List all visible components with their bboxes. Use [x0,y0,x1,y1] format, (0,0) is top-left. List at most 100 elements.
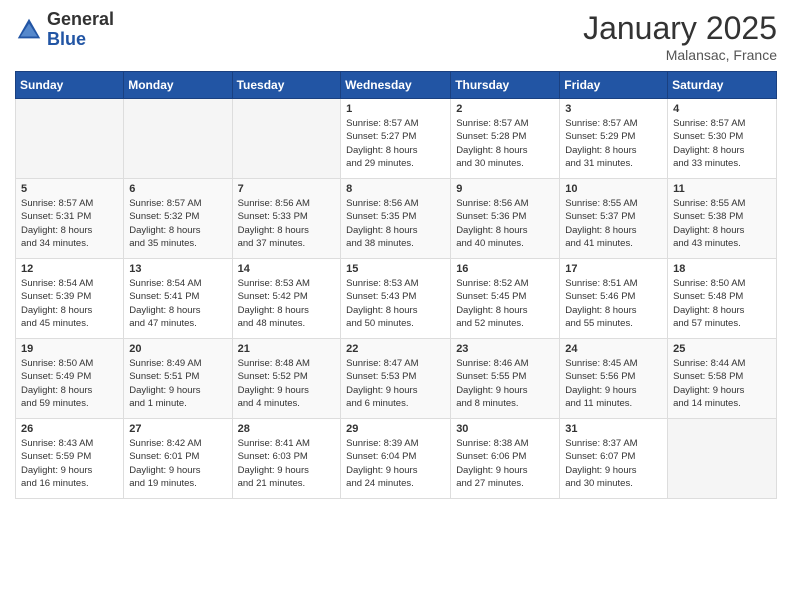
day-number: 13 [129,263,226,275]
calendar-cell: 10Sunrise: 8:55 AM Sunset: 5:37 PM Dayli… [560,179,668,259]
day-number: 31 [565,423,662,435]
day-number: 30 [456,423,554,435]
logo: General Blue [15,10,114,50]
calendar-cell [232,99,341,179]
calendar-cell: 15 Sunrise: 8:53 AM Sunset: 5:43 PM Dayli… [341,259,451,339]
day-info: Sunrise: 8:57 AM Sunset: 5:27 PM Dayligh… [346,117,445,170]
calendar-cell: 25 Sunrise: 8:44 AM Sunset: 5:58 PM Dayli… [668,339,777,419]
calendar-day-header: Wednesday [341,72,451,99]
day-number: 12 [21,263,118,275]
day-number: 6 [129,183,226,195]
day-number: 8 [346,183,445,195]
day-info: Sunrise: 8:57 AM Sunset: 5:32 PM Dayligh… [129,197,226,250]
calendar-cell: 19 Sunrise: 8:50 AM Sunset: 5:49 PM Dayli… [16,339,124,419]
calendar-cell: 6 Sunrise: 8:57 AM Sunset: 5:32 PM Daylig… [124,179,232,259]
calendar-week-row: 12 Sunrise: 8:54 AM Sunset: 5:39 PM Dayli… [16,259,777,339]
day-number: 11 [673,183,771,195]
calendar-header-row: SundayMondayTuesdayWednesdayThursdayFrid… [16,72,777,99]
day-info: Sunrise: 8:53 AM Sunset: 5:43 PM Dayligh… [346,277,445,330]
day-info: Sunrise: 8:46 AM Sunset: 5:55 PM Dayligh… [456,357,554,410]
day-number: 1 [346,103,445,115]
calendar-cell: 21 Sunrise: 8:48 AM Sunset: 5:52 PM Dayli… [232,339,341,419]
calendar-cell: 1 Sunrise: 8:57 AM Sunset: 5:27 PM Daylig… [341,99,451,179]
calendar-cell [124,99,232,179]
calendar-cell: 22 Sunrise: 8:47 AM Sunset: 5:53 PM Dayli… [341,339,451,419]
calendar-week-row: 1 Sunrise: 8:57 AM Sunset: 5:27 PM Daylig… [16,99,777,179]
day-number: 29 [346,423,445,435]
calendar-cell: 17Sunrise: 8:51 AM Sunset: 5:46 PM Dayli… [560,259,668,339]
day-number: 18 [673,263,771,275]
calendar-cell: 9 Sunrise: 8:56 AM Sunset: 5:36 PM Daylig… [451,179,560,259]
day-info: Sunrise: 8:56 AM Sunset: 5:35 PM Dayligh… [346,197,445,250]
calendar-cell: 16Sunrise: 8:52 AM Sunset: 5:45 PM Dayli… [451,259,560,339]
day-number: 25 [673,343,771,355]
day-number: 17 [565,263,662,275]
day-info: Sunrise: 8:57 AM Sunset: 5:31 PM Dayligh… [21,197,118,250]
day-number: 21 [238,343,336,355]
calendar-table: SundayMondayTuesdayWednesdayThursdayFrid… [15,71,777,499]
day-info: Sunrise: 8:45 AM Sunset: 5:56 PM Dayligh… [565,357,662,410]
calendar-cell [16,99,124,179]
calendar-cell: 24 Sunrise: 8:45 AM Sunset: 5:56 PM Dayli… [560,339,668,419]
calendar-cell: 20Sunrise: 8:49 AM Sunset: 5:51 PM Dayli… [124,339,232,419]
day-info: Sunrise: 8:55 AM Sunset: 5:38 PM Dayligh… [673,197,771,250]
calendar-cell: 14Sunrise: 8:53 AM Sunset: 5:42 PM Dayli… [232,259,341,339]
logo-general-text: General [47,10,114,30]
day-info: Sunrise: 8:50 AM Sunset: 5:49 PM Dayligh… [21,357,118,410]
day-number: 22 [346,343,445,355]
calendar-cell: 2 Sunrise: 8:57 AM Sunset: 5:28 PM Daylig… [451,99,560,179]
day-info: Sunrise: 8:41 AM Sunset: 6:03 PM Dayligh… [238,437,336,490]
day-info: Sunrise: 8:57 AM Sunset: 5:28 PM Dayligh… [456,117,554,170]
day-number: 26 [21,423,118,435]
calendar-cell: 11 Sunrise: 8:55 AM Sunset: 5:38 PM Dayli… [668,179,777,259]
day-number: 23 [456,343,554,355]
day-number: 20 [129,343,226,355]
day-number: 19 [21,343,118,355]
logo-blue-text: Blue [47,30,114,50]
calendar-cell: 12 Sunrise: 8:54 AM Sunset: 5:39 PM Dayli… [16,259,124,339]
calendar-week-row: 19 Sunrise: 8:50 AM Sunset: 5:49 PM Dayli… [16,339,777,419]
calendar-cell: 27Sunrise: 8:42 AM Sunset: 6:01 PM Dayli… [124,419,232,499]
calendar-cell: 8 Sunrise: 8:56 AM Sunset: 5:35 PM Daylig… [341,179,451,259]
day-number: 7 [238,183,336,195]
day-number: 10 [565,183,662,195]
day-info: Sunrise: 8:43 AM Sunset: 5:59 PM Dayligh… [21,437,118,490]
calendar-day-header: Saturday [668,72,777,99]
title-block: January 2025 Malansac, France [583,10,777,63]
day-number: 14 [238,263,336,275]
day-info: Sunrise: 8:50 AM Sunset: 5:48 PM Dayligh… [673,277,771,330]
day-info: Sunrise: 8:48 AM Sunset: 5:52 PM Dayligh… [238,357,336,410]
page-header: General Blue January 2025 Malansac, Fran… [15,10,777,63]
day-number: 9 [456,183,554,195]
logo-text: General Blue [47,10,114,50]
day-info: Sunrise: 8:54 AM Sunset: 5:39 PM Dayligh… [21,277,118,330]
calendar-cell [668,419,777,499]
calendar-day-header: Sunday [16,72,124,99]
calendar-week-row: 5 Sunrise: 8:57 AM Sunset: 5:31 PM Daylig… [16,179,777,259]
calendar-week-row: 26 Sunrise: 8:43 AM Sunset: 5:59 PM Dayli… [16,419,777,499]
calendar-cell: 13 Sunrise: 8:54 AM Sunset: 5:41 PM Dayli… [124,259,232,339]
day-number: 5 [21,183,118,195]
calendar-cell: 23 Sunrise: 8:46 AM Sunset: 5:55 PM Dayli… [451,339,560,419]
calendar-day-header: Monday [124,72,232,99]
month-title: January 2025 [583,10,777,47]
day-number: 15 [346,263,445,275]
day-info: Sunrise: 8:56 AM Sunset: 5:36 PM Dayligh… [456,197,554,250]
day-number: 2 [456,103,554,115]
calendar-cell: 30Sunrise: 8:38 AM Sunset: 6:06 PM Dayli… [451,419,560,499]
day-number: 3 [565,103,662,115]
day-number: 28 [238,423,336,435]
calendar-cell: 29Sunrise: 8:39 AM Sunset: 6:04 PM Dayli… [341,419,451,499]
day-number: 24 [565,343,662,355]
day-info: Sunrise: 8:37 AM Sunset: 6:07 PM Dayligh… [565,437,662,490]
calendar-cell: 5 Sunrise: 8:57 AM Sunset: 5:31 PM Daylig… [16,179,124,259]
day-info: Sunrise: 8:57 AM Sunset: 5:29 PM Dayligh… [565,117,662,170]
location-text: Malansac, France [583,47,777,63]
day-number: 16 [456,263,554,275]
calendar-day-header: Friday [560,72,668,99]
day-info: Sunrise: 8:44 AM Sunset: 5:58 PM Dayligh… [673,357,771,410]
calendar-cell: 26 Sunrise: 8:43 AM Sunset: 5:59 PM Dayli… [16,419,124,499]
day-info: Sunrise: 8:56 AM Sunset: 5:33 PM Dayligh… [238,197,336,250]
day-info: Sunrise: 8:47 AM Sunset: 5:53 PM Dayligh… [346,357,445,410]
day-info: Sunrise: 8:54 AM Sunset: 5:41 PM Dayligh… [129,277,226,330]
